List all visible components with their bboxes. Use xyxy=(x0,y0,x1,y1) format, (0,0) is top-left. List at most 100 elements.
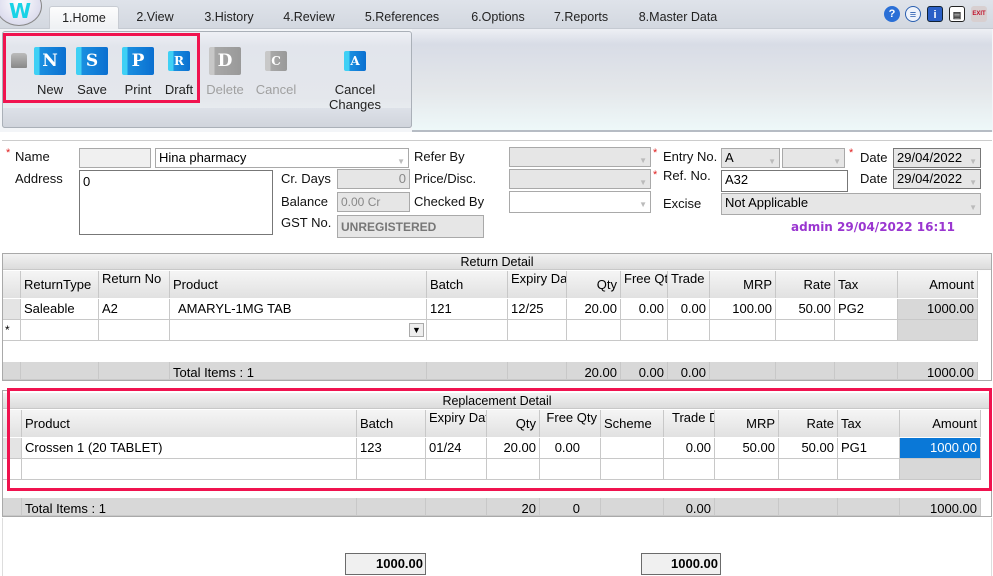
delete-button[interactable]: D Delete xyxy=(205,47,245,97)
new-row[interactable]: * ▼ xyxy=(3,320,978,341)
ref-date-picker[interactable]: 29/04/2022 ▼ xyxy=(893,169,981,189)
cell-qty[interactable]: 20.00 xyxy=(567,299,621,320)
chevron-down-icon[interactable]: ▼ xyxy=(969,174,977,188)
exit-icon[interactable]: EXIT xyxy=(971,6,987,22)
col-amount[interactable]: Amount xyxy=(898,271,978,298)
total-items-label: Total Items : 1 xyxy=(170,362,427,380)
cell-product[interactable]: AMARYL-1MG TAB xyxy=(170,299,427,320)
tab-options[interactable]: 6.Options xyxy=(462,6,534,29)
col-free-qty[interactable]: Free Qty xyxy=(621,271,668,298)
tab-home[interactable]: 1.Home xyxy=(49,6,119,29)
col-mrp[interactable]: MRP xyxy=(710,271,776,298)
tab-view[interactable]: 2.View xyxy=(125,6,185,29)
cancel-changes-button[interactable]: A Cancel Changes xyxy=(307,47,403,112)
cell-trade-disc[interactable]: 0.00 xyxy=(668,299,710,320)
cell-rate[interactable] xyxy=(776,320,835,341)
checked-by-combobox[interactable]: ▼ xyxy=(509,191,651,213)
date-value: 29/04/2022 xyxy=(897,150,963,165)
chevron-down-icon[interactable]: ▼ xyxy=(639,152,647,166)
row-header[interactable] xyxy=(3,299,21,320)
excise-combobox[interactable]: Not Applicable ▼ xyxy=(721,193,981,215)
address-textarea[interactable]: 0 xyxy=(79,170,273,235)
entry-no-series-combobox[interactable]: A ▼ xyxy=(721,148,780,168)
footer-area xyxy=(2,518,992,576)
col-trade-disc[interactable]: Trade Disc xyxy=(668,271,710,298)
required-marker: * xyxy=(653,169,658,181)
chevron-down-icon[interactable]: ▼ xyxy=(768,153,776,167)
ref-date-label: Date xyxy=(860,171,888,186)
cell-tax[interactable]: PG2 xyxy=(835,299,898,320)
cell-mrp[interactable]: 100.00 xyxy=(710,299,776,320)
tab-references[interactable]: 5.References xyxy=(356,6,448,29)
gst-field: UNREGISTERED xyxy=(337,215,484,238)
cr-days-label: Cr. Days xyxy=(281,171,331,186)
help-icon[interactable]: ? xyxy=(884,6,900,22)
totals-cell xyxy=(779,498,838,516)
cell-batch[interactable] xyxy=(427,320,508,341)
cell-tax[interactable] xyxy=(835,320,898,341)
price-disc-combobox[interactable]: ▼ xyxy=(509,169,651,189)
tab-review[interactable]: 4.Review xyxy=(276,6,342,29)
cell-return-no[interactable] xyxy=(99,320,170,341)
entry-no-combobox[interactable]: ▼ xyxy=(782,148,845,168)
refer-by-combobox[interactable]: ▼ xyxy=(509,147,651,167)
cell-expiry[interactable]: 12/25 xyxy=(508,299,567,320)
col-returntype[interactable]: ReturnType xyxy=(21,271,99,298)
chevron-down-icon[interactable]: ▼ xyxy=(639,196,647,212)
tab-reports[interactable]: 7.Reports xyxy=(546,6,616,29)
cell-amount[interactable]: 1000.00 xyxy=(898,299,978,320)
cell-returntype[interactable]: Saleable xyxy=(21,299,99,320)
total-amount: 1000.00 xyxy=(898,362,978,380)
cell-mrp[interactable] xyxy=(710,320,776,341)
table-row[interactable]: Saleable A2 AMARYL-1MG TAB 121 12/25 20.… xyxy=(3,299,978,320)
entry-no-label: Entry No. xyxy=(663,149,718,164)
totals-cell xyxy=(21,362,99,380)
cell-expiry[interactable] xyxy=(508,320,567,341)
col-batch[interactable]: Batch xyxy=(427,271,508,298)
chevron-down-icon[interactable]: ▼ xyxy=(639,174,647,188)
col-expiry-date[interactable]: Expiry Date xyxy=(508,271,567,298)
info-icon[interactable]: i xyxy=(927,6,943,22)
chat-icon[interactable]: ≡ xyxy=(905,6,921,22)
totals-cell xyxy=(426,498,487,516)
cancel-button[interactable]: C Cancel xyxy=(254,47,298,97)
name-code-field[interactable] xyxy=(79,148,151,168)
totals-cell xyxy=(776,362,835,380)
select-all-corner[interactable] xyxy=(3,271,21,298)
date-picker[interactable]: 29/04/2022 ▼ xyxy=(893,148,981,168)
col-tax[interactable]: Tax xyxy=(835,271,898,298)
cell-rate[interactable]: 50.00 xyxy=(776,299,835,320)
cr-days-field[interactable]: 0 xyxy=(337,169,410,189)
document-icon[interactable]: ▤ xyxy=(949,6,965,22)
cell-trade-disc[interactable] xyxy=(668,320,710,341)
ref-no-field[interactable]: A32 xyxy=(721,170,848,192)
col-rate[interactable]: Rate xyxy=(776,271,835,298)
cell-product[interactable]: ▼ xyxy=(170,320,427,341)
cell-returntype[interactable] xyxy=(21,320,99,341)
app-logo[interactable]: W xyxy=(0,0,42,26)
chevron-down-icon[interactable]: ▼ xyxy=(397,153,405,167)
product-dropdown-icon[interactable]: ▼ xyxy=(409,323,424,337)
total-items-label: Total Items : 1 xyxy=(22,498,357,516)
cell-amount[interactable] xyxy=(898,320,978,341)
cell-batch[interactable]: 121 xyxy=(427,299,508,320)
chevron-down-icon[interactable]: ▼ xyxy=(969,199,977,214)
name-combobox[interactable]: Hina pharmacy ▼ xyxy=(155,148,409,168)
cell-qty[interactable] xyxy=(567,320,621,341)
required-marker: * xyxy=(6,147,11,159)
col-return-no[interactable]: Return No xyxy=(99,271,170,298)
cell-return-no[interactable]: A2 xyxy=(99,299,170,320)
cell-free-qty[interactable] xyxy=(621,320,668,341)
return-header-row: ReturnType Return No Product Batch Expir… xyxy=(3,271,978,298)
tab-master-data[interactable]: 8.Master Data xyxy=(630,6,726,29)
chevron-down-icon[interactable]: ▼ xyxy=(833,153,841,167)
gst-label: GST No. xyxy=(281,215,332,230)
col-product[interactable]: Product xyxy=(170,271,427,298)
cell-free-qty[interactable]: 0.00 xyxy=(621,299,668,320)
name-value: Hina pharmacy xyxy=(159,150,247,165)
col-qty[interactable]: Qty xyxy=(567,271,621,298)
tab-history[interactable]: 3.History xyxy=(196,6,262,29)
return-detail-grid: Return Detail ReturnType Return No Produ… xyxy=(2,253,992,381)
total-trade-disc: 0.00 xyxy=(668,362,710,380)
chevron-down-icon[interactable]: ▼ xyxy=(969,153,977,167)
